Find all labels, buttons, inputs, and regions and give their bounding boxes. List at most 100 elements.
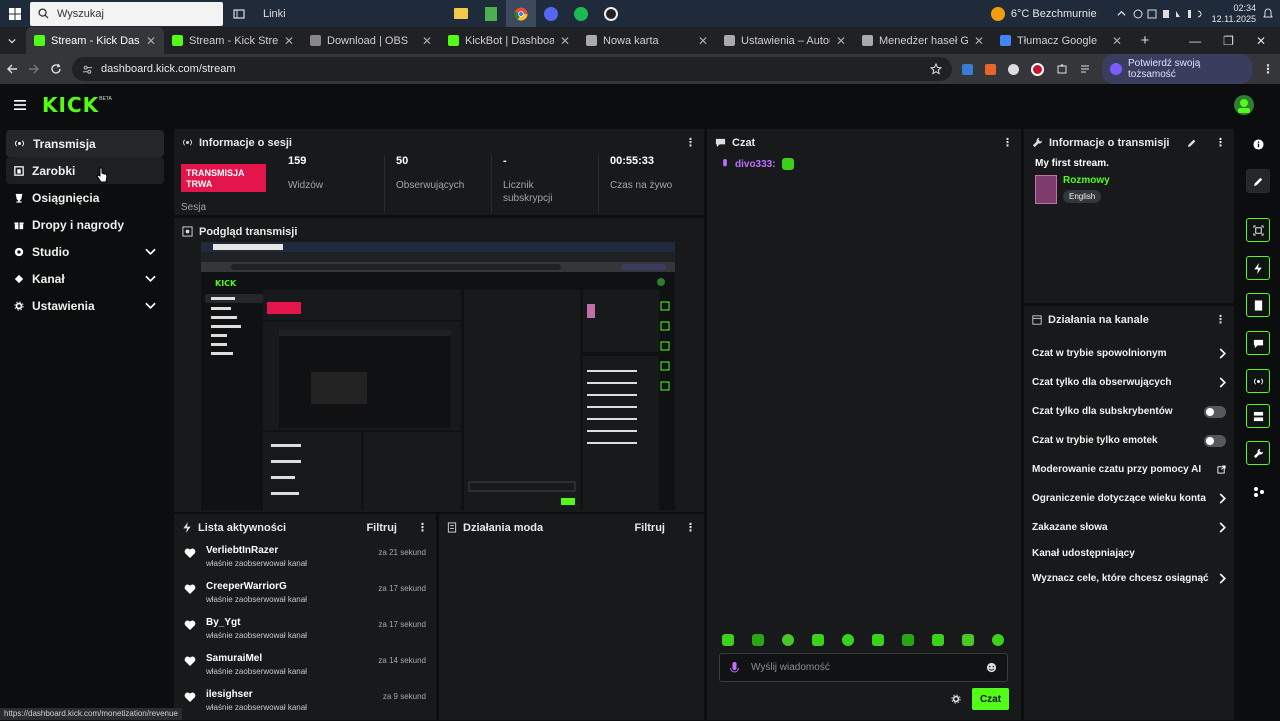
extension-icon[interactable] bbox=[1008, 63, 1019, 75]
kebab-menu-icon[interactable]: ⋮ bbox=[1215, 313, 1226, 326]
obs-icon[interactable] bbox=[596, 0, 626, 27]
extension-icon[interactable] bbox=[985, 63, 996, 75]
edit-pencil-icon[interactable] bbox=[1187, 138, 1197, 148]
windows-start-icon[interactable] bbox=[0, 0, 30, 27]
minimize-icon[interactable]: — bbox=[1189, 34, 1201, 48]
channel-action-item[interactable]: Ograniczenie dotyczące wieku konta bbox=[1024, 484, 1234, 513]
sidebar-item-trophy[interactable]: Osiągnięcia bbox=[6, 184, 164, 211]
channel-action-item[interactable]: Kanał udostępniający bbox=[1024, 542, 1234, 564]
browser-tab[interactable]: Ustawienia – Autouzupełn ✕ bbox=[716, 27, 854, 54]
kick-logo[interactable]: KICK bbox=[42, 93, 99, 117]
taskbar-clock[interactable]: 02:34 12.11.2025 bbox=[1212, 3, 1256, 25]
emote-icon[interactable] bbox=[932, 634, 944, 646]
channel-action-item[interactable]: Czat w trybie tylko emotek bbox=[1024, 426, 1234, 455]
browser-tab[interactable]: Tłumacz Google ✕ bbox=[992, 27, 1130, 54]
media-controls-icon[interactable] bbox=[1080, 63, 1092, 75]
close-tab-icon[interactable]: ✕ bbox=[284, 34, 294, 48]
browser-tab[interactable]: Menedżer haseł Google ✕ bbox=[854, 27, 992, 54]
emote-icon[interactable] bbox=[992, 634, 1004, 646]
stream-category[interactable]: Rozmowy bbox=[1063, 175, 1110, 186]
taskbar-links[interactable]: Linki bbox=[233, 0, 286, 27]
toggle-switch[interactable] bbox=[1204, 405, 1226, 418]
forward-icon[interactable] bbox=[28, 63, 40, 75]
extensions-puzzle-icon[interactable] bbox=[1056, 63, 1068, 75]
edit-layout-button[interactable] bbox=[1246, 169, 1270, 193]
stream-preview-video[interactable]: KICK bbox=[201, 242, 675, 510]
chevron-right-icon[interactable] bbox=[1219, 522, 1226, 533]
kebab-menu-icon[interactable]: ⋮ bbox=[685, 136, 696, 149]
sidebar-item-gift[interactable]: Dropy i nagrody bbox=[6, 211, 164, 238]
sidebar-item-studio[interactable]: Studio bbox=[6, 238, 164, 265]
bookmark-star-icon[interactable] bbox=[930, 63, 942, 75]
close-tab-icon[interactable]: ✕ bbox=[698, 34, 708, 48]
emoji-picker-icon[interactable] bbox=[986, 662, 997, 673]
channel-action-item[interactable]: Moderowanie czatu przy pomocy AI bbox=[1024, 455, 1234, 484]
close-tab-icon[interactable]: ✕ bbox=[146, 34, 156, 48]
tray-icons[interactable] bbox=[1132, 8, 1206, 20]
close-tab-icon[interactable]: ✕ bbox=[836, 34, 846, 48]
kebab-menu-icon[interactable]: ⋮ bbox=[685, 521, 696, 534]
mod-filter-button[interactable]: Filtruj bbox=[634, 522, 665, 534]
discord-icon[interactable] bbox=[536, 0, 566, 27]
chevron-right-icon[interactable] bbox=[1219, 493, 1226, 504]
channel-action-item[interactable]: Zakazane słowa bbox=[1024, 513, 1234, 542]
activity-username[interactable]: SamuraiMel bbox=[206, 653, 307, 664]
channel-action-item[interactable]: Czat tylko dla subskrybentów bbox=[1024, 397, 1234, 426]
channel-action-item[interactable]: Czat tylko dla obserwujących bbox=[1024, 368, 1234, 397]
broadcast-button[interactable] bbox=[1246, 369, 1270, 393]
activity-username[interactable]: VerliebtInRazer bbox=[206, 545, 307, 556]
activity-username[interactable]: By_Ygt bbox=[206, 617, 307, 628]
channel-action-item[interactable]: Wyznacz cele, które chcesz osiągnąć bbox=[1024, 564, 1234, 593]
toggle-switch[interactable] bbox=[1204, 434, 1226, 447]
chevron-right-icon[interactable] bbox=[1219, 377, 1226, 388]
chat-popout-button[interactable] bbox=[1246, 331, 1270, 355]
emote-icon[interactable] bbox=[722, 634, 734, 646]
clip-button[interactable] bbox=[1246, 218, 1270, 242]
chat-send-button[interactable]: Czat bbox=[972, 688, 1009, 710]
chevron-down-icon[interactable] bbox=[145, 275, 156, 283]
browser-tab[interactable]: Stream - Kick Dashboard ✕ bbox=[26, 27, 164, 54]
extension-icon[interactable] bbox=[962, 63, 973, 75]
emote-icon[interactable] bbox=[962, 634, 974, 646]
emote-icon[interactable] bbox=[812, 634, 824, 646]
activity-username[interactable]: ilesighser bbox=[206, 689, 307, 700]
notification-icon[interactable] bbox=[1262, 8, 1274, 20]
emote-icon[interactable] bbox=[872, 634, 884, 646]
chat-settings-gear-icon[interactable] bbox=[951, 694, 961, 704]
activity-username[interactable]: CreeperWarriorG bbox=[206, 581, 307, 592]
microphone-icon[interactable] bbox=[730, 661, 739, 674]
site-info-icon[interactable] bbox=[82, 64, 93, 75]
user-avatar[interactable] bbox=[1234, 95, 1254, 115]
external-link-icon[interactable] bbox=[1217, 465, 1226, 474]
browser-tab[interactable]: Stream - Kick Streaming ✕ bbox=[164, 27, 302, 54]
tray-chevron-icon[interactable] bbox=[1117, 9, 1126, 18]
sidebar-item-channel[interactable]: Kanał bbox=[6, 265, 164, 292]
close-tab-icon[interactable]: ✕ bbox=[422, 34, 432, 48]
back-icon[interactable] bbox=[6, 63, 18, 75]
activity-filter-button[interactable]: Filtruj bbox=[366, 522, 397, 534]
tab-search-button[interactable] bbox=[0, 27, 26, 54]
chevron-right-icon[interactable] bbox=[1219, 348, 1226, 359]
app-icon[interactable] bbox=[476, 0, 506, 27]
emote-icon[interactable] bbox=[902, 634, 914, 646]
tools-wrench-button[interactable] bbox=[1246, 441, 1270, 465]
close-tab-icon[interactable]: ✕ bbox=[560, 34, 570, 48]
restore-icon[interactable]: ❐ bbox=[1223, 34, 1234, 48]
category-thumbnail[interactable] bbox=[1035, 175, 1057, 204]
chat-message-input[interactable]: Wyślij wiadomość bbox=[719, 653, 1008, 682]
sidebar-item-broadcast[interactable]: Transmisja bbox=[6, 130, 164, 157]
sidebar-item-gear[interactable]: Ustawienia bbox=[6, 292, 164, 319]
close-tab-icon[interactable]: ✕ bbox=[1112, 34, 1122, 48]
share-nodes-icon[interactable] bbox=[1253, 486, 1265, 498]
sidebar-item-earnings[interactable]: Zarobki bbox=[6, 157, 164, 184]
info-icon[interactable] bbox=[1253, 139, 1264, 150]
verify-identity-button[interactable]: Potwierdź swoją tożsamość bbox=[1102, 54, 1252, 84]
emote-icon[interactable] bbox=[842, 634, 854, 646]
chat-username[interactable]: divo333: bbox=[735, 159, 776, 170]
kebab-menu-icon[interactable]: ⋮ bbox=[1215, 136, 1226, 149]
browser-tab[interactable]: Nowa karta ✕ bbox=[578, 27, 716, 54]
kebab-menu-icon[interactable]: ⋮ bbox=[417, 521, 428, 534]
new-tab-button[interactable]: + bbox=[1130, 27, 1160, 54]
spotify-icon[interactable] bbox=[566, 0, 596, 27]
chrome-icon[interactable] bbox=[505, 0, 536, 27]
